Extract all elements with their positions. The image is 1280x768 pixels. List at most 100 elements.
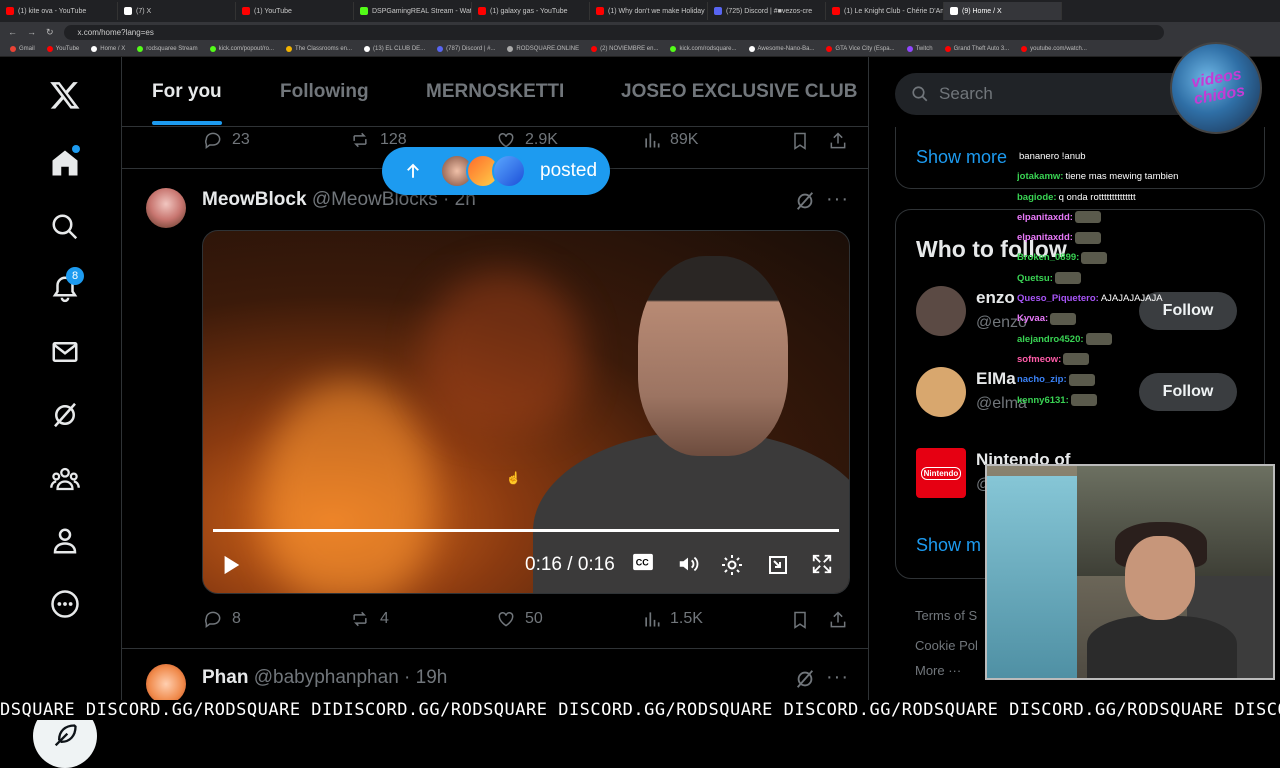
- reply-button[interactable]: 23: [202, 130, 250, 150]
- author-name[interactable]: Phan: [202, 667, 248, 688]
- suggestion-name[interactable]: enzo: [976, 288, 1015, 308]
- grok-analyze-icon[interactable]: [794, 190, 816, 217]
- video-progress-bar[interactable]: [213, 529, 839, 532]
- back-icon[interactable]: ←: [8, 27, 17, 37]
- share-button[interactable]: [828, 130, 848, 152]
- settings-button[interactable]: [719, 553, 745, 577]
- volume-button[interactable]: [675, 553, 701, 575]
- more-dots-icon[interactable]: ···: [826, 188, 849, 211]
- bookmark-favicon-icon: [1021, 46, 1028, 52]
- tab-favicon-icon: [242, 7, 250, 15]
- bookmark-button[interactable]: [790, 609, 810, 631]
- browser-tab[interactable]: (7) X: [118, 2, 236, 20]
- browser-tab[interactable]: (1) Why don't we make Holiday: [590, 2, 708, 20]
- reload-icon[interactable]: ↻: [46, 27, 54, 38]
- author-handle[interactable]: @babyphanphan: [254, 667, 399, 688]
- browser-tab[interactable]: (9) Home / X: [944, 2, 1062, 20]
- volume-icon: [679, 556, 699, 572]
- avatar[interactable]: [916, 286, 966, 336]
- bookmark-item[interactable]: kick.com/popout/ro...: [209, 46, 274, 52]
- views-chart-icon: [645, 133, 660, 148]
- tab-label: (1) kite ova - YouTube: [18, 7, 87, 15]
- profile-icon[interactable]: [47, 523, 83, 559]
- posted-label: posted: [540, 160, 598, 181]
- bookmark-item[interactable]: youtube.com/watch...: [1021, 46, 1087, 52]
- footer-terms-link[interactable]: Terms of S: [915, 608, 977, 623]
- tab-joseo-exclusive-club[interactable]: JOSEO EXCLUSIVE CLUB: [621, 81, 858, 103]
- suggestion-name[interactable]: ElMa: [976, 369, 1016, 389]
- bookmark-item[interactable]: kick.com/rodsquare...: [670, 46, 737, 52]
- tab-favicon-icon: [124, 7, 132, 15]
- reply-button[interactable]: 8: [202, 609, 241, 629]
- tab-mernosketti[interactable]: MERNOSKETTI: [426, 81, 564, 103]
- captions-button[interactable]: CC: [631, 553, 655, 571]
- chat-message: Quetsu:: [1017, 269, 1217, 289]
- show-more-link[interactable]: Show m: [916, 535, 981, 556]
- bookmark-item[interactable]: rodsquaree Stream: [137, 46, 198, 52]
- explore-search-icon[interactable]: [47, 209, 83, 245]
- nintendo-logo-icon[interactable]: Nintendo: [916, 448, 966, 498]
- video-time: 0:16 / 0:16: [525, 554, 615, 575]
- tweet-author[interactable]: Phan @babyphanphan · 19h: [202, 667, 447, 689]
- video-person-head: [638, 256, 788, 456]
- bookmark-item[interactable]: The Classrooms en...: [286, 46, 352, 52]
- fullscreen-button[interactable]: [809, 553, 835, 575]
- bookmark-item[interactable]: Awesome-Nano-Ba...: [748, 46, 814, 52]
- views-button[interactable]: 89K: [642, 130, 698, 150]
- browser-tab[interactable]: (1) Le Knight Club - Chérie D'Am: [826, 2, 944, 20]
- chat-message: Kyvaa:: [1017, 309, 1217, 329]
- address-bar[interactable]: x.com/home?lang=es: [63, 24, 1164, 40]
- x-logo-icon[interactable]: [47, 77, 83, 113]
- messages-envelope-icon[interactable]: [47, 334, 83, 370]
- share-button[interactable]: [828, 609, 848, 631]
- nintendo-logo-text: Nintendo: [920, 466, 962, 480]
- repost-count: 4: [380, 610, 389, 627]
- grok-analyze-icon[interactable]: [794, 668, 816, 695]
- browser-tab[interactable]: (1) YouTube: [236, 2, 354, 20]
- tweet-time[interactable]: · 19h: [404, 667, 447, 688]
- repost-button[interactable]: 128: [348, 130, 407, 150]
- browser-tab[interactable]: DSPGamingREAL Stream - Wat: [354, 2, 472, 20]
- repost-button[interactable]: 4: [348, 609, 389, 629]
- bookmark-item[interactable]: Grand Theft Auto 3...: [944, 46, 1009, 52]
- avatar: [492, 154, 526, 188]
- tab-for-you[interactable]: For you: [152, 81, 222, 103]
- video-player[interactable]: 0:16 / 0:16 CC: [202, 230, 850, 594]
- footer-more-link[interactable]: More ···: [915, 663, 961, 678]
- repost-icon: [353, 611, 367, 627]
- play-button[interactable]: [217, 553, 245, 577]
- avatar[interactable]: [146, 664, 186, 704]
- author-name[interactable]: MeowBlock: [202, 189, 307, 210]
- browser-tab[interactable]: (1) kite ova - YouTube: [0, 2, 118, 20]
- chat-username: Quetsu:: [1017, 272, 1053, 284]
- bookmark-item[interactable]: YouTube: [46, 46, 79, 52]
- views-button[interactable]: 1.5K: [642, 609, 703, 629]
- bookmark-button[interactable]: [790, 130, 810, 152]
- bookmark-item[interactable]: Gmail: [10, 46, 35, 52]
- communities-icon[interactable]: [47, 461, 83, 497]
- tab-following[interactable]: Following: [280, 81, 369, 103]
- footer-cookie-link[interactable]: Cookie Pol: [915, 638, 978, 653]
- more-options-icon[interactable]: [47, 586, 83, 622]
- avatar[interactable]: [146, 188, 186, 228]
- bookmark-item[interactable]: RODSQUARE.ONLINE: [507, 46, 579, 52]
- browser-tab[interactable]: (725) Discord | #■vezos-cre: [708, 2, 826, 20]
- bookmark-favicon-icon: [209, 46, 216, 52]
- bookmark-item[interactable]: Home / X: [91, 46, 125, 52]
- show-more-link[interactable]: Show more: [916, 147, 1007, 168]
- chat-message: kenny6131:: [1017, 391, 1217, 411]
- reply-icon: [205, 611, 221, 628]
- more-dots-icon[interactable]: ···: [826, 666, 849, 689]
- browser-tab[interactable]: (1) galaxy gas - YouTube: [472, 2, 590, 20]
- bookmark-item[interactable]: GTA Vice City (Espa...: [826, 46, 895, 52]
- bookmark-item[interactable]: (13) EL CLUB DE...: [364, 46, 425, 52]
- bookmark-item[interactable]: Twitch: [906, 46, 933, 52]
- new-posts-pill[interactable]: posted: [382, 147, 610, 195]
- picture-in-picture-button[interactable]: [765, 553, 791, 577]
- forward-icon[interactable]: →: [27, 27, 36, 37]
- grok-icon[interactable]: [47, 397, 83, 433]
- bookmark-item[interactable]: (787) Discord | #...: [437, 46, 495, 52]
- avatar[interactable]: [916, 367, 966, 417]
- bookmark-item[interactable]: (2) NOVIEMBRE en...: [591, 46, 658, 52]
- like-button[interactable]: 50: [495, 609, 543, 629]
